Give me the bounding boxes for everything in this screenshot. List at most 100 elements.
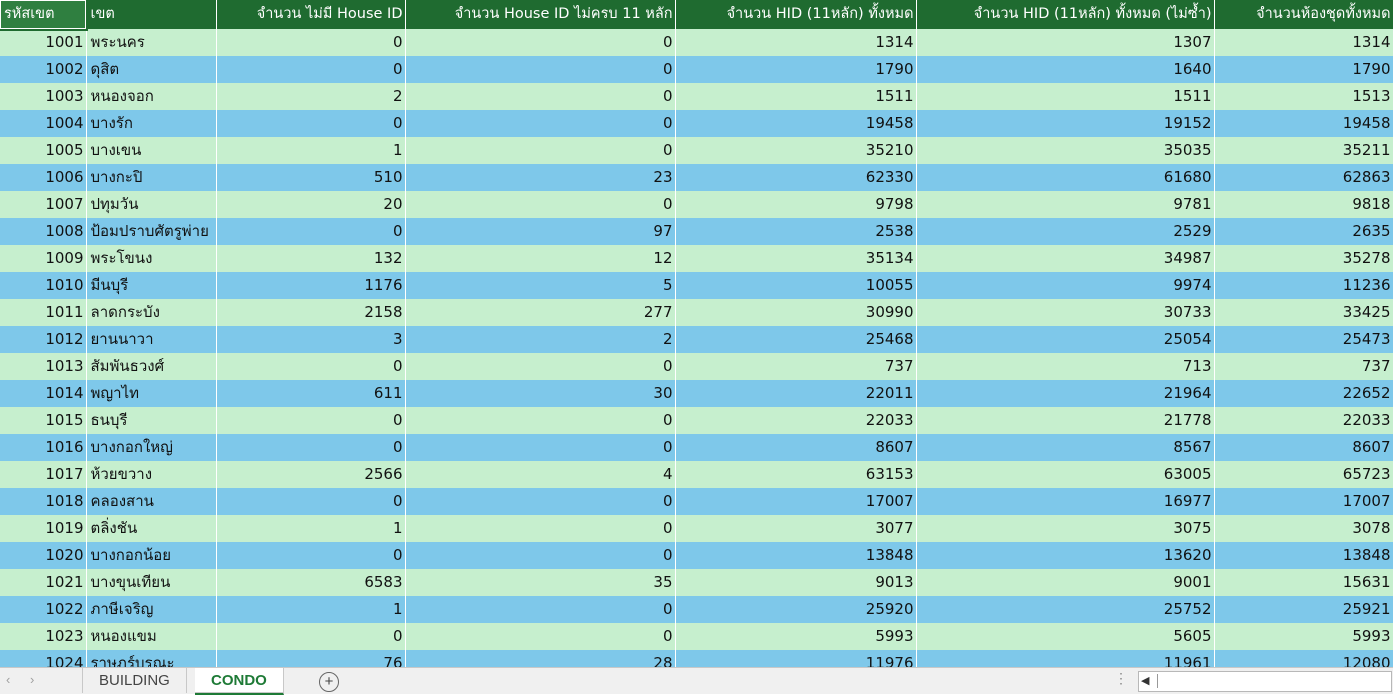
- cell-district-name[interactable]: คลองสาน: [86, 488, 217, 515]
- cell-district-code[interactable]: 1020: [0, 542, 87, 569]
- cell-incomplete-house-id[interactable]: 5: [405, 272, 676, 299]
- cell-hid-unique[interactable]: 19152: [916, 110, 1215, 137]
- cell-incomplete-house-id[interactable]: 277: [405, 299, 676, 326]
- header-incomplete-house-id[interactable]: จำนวน House ID ไม่ครบ 11 หลัก: [405, 0, 676, 29]
- cell-district-name[interactable]: ยานนาวา: [86, 326, 217, 353]
- cell-condo-units[interactable]: 2635: [1214, 218, 1393, 245]
- next-sheet-icon[interactable]: ›: [30, 672, 34, 687]
- cell-hid-unique[interactable]: 35035: [916, 137, 1215, 164]
- cell-district-code[interactable]: 1023: [0, 623, 87, 650]
- cell-hid-unique[interactable]: 5605: [916, 623, 1215, 650]
- header-district-code[interactable]: รหัสเขต: [0, 0, 88, 31]
- cell-district-code[interactable]: 1021: [0, 569, 87, 596]
- cell-incomplete-house-id[interactable]: 0: [405, 137, 676, 164]
- cell-hid-unique[interactable]: 8567: [916, 434, 1215, 461]
- cell-hid-unique[interactable]: 9974: [916, 272, 1215, 299]
- scroll-left-icon[interactable]: ◀: [1141, 672, 1149, 691]
- cell-district-code[interactable]: 1014: [0, 380, 87, 407]
- cell-no-house-id[interactable]: 2158: [216, 299, 406, 326]
- cell-condo-units[interactable]: 65723: [1214, 461, 1393, 488]
- cell-incomplete-house-id[interactable]: 0: [405, 353, 676, 380]
- cell-no-house-id[interactable]: 0: [216, 434, 406, 461]
- tab-condo[interactable]: CONDO: [195, 668, 284, 695]
- cell-district-name[interactable]: พระโขนง: [86, 245, 217, 272]
- cell-condo-units[interactable]: 25921: [1214, 596, 1393, 623]
- cell-district-code[interactable]: 1006: [0, 164, 87, 191]
- cell-hid-total[interactable]: 11976: [675, 650, 917, 667]
- cell-district-name[interactable]: สัมพันธวงศ์: [86, 353, 217, 380]
- cell-condo-units[interactable]: 8607: [1214, 434, 1393, 461]
- cell-hid-total[interactable]: 1314: [675, 29, 917, 56]
- cell-district-code[interactable]: 1017: [0, 461, 87, 488]
- cell-district-name[interactable]: ภาษีเจริญ: [86, 596, 217, 623]
- cell-no-house-id[interactable]: 6583: [216, 569, 406, 596]
- cell-no-house-id[interactable]: 0: [216, 407, 406, 434]
- cell-condo-units[interactable]: 15631: [1214, 569, 1393, 596]
- cell-district-name[interactable]: หนองจอก: [86, 83, 217, 110]
- cell-hid-unique[interactable]: 1307: [916, 29, 1215, 56]
- header-hid-unique[interactable]: จำนวน HID (11หลัก) ทั้งหมด (ไม่ซ้ำ): [916, 0, 1215, 29]
- cell-hid-total[interactable]: 3077: [675, 515, 917, 542]
- cell-no-house-id[interactable]: 1: [216, 515, 406, 542]
- cell-incomplete-house-id[interactable]: 4: [405, 461, 676, 488]
- cell-district-code[interactable]: 1005: [0, 137, 87, 164]
- cell-district-name[interactable]: พระนคร: [86, 29, 217, 56]
- cell-district-code[interactable]: 1002: [0, 56, 87, 83]
- cell-district-code[interactable]: 1024: [0, 650, 87, 667]
- header-no-house-id[interactable]: จำนวน ไม่มี House ID: [216, 0, 406, 29]
- cell-condo-units[interactable]: 35211: [1214, 137, 1393, 164]
- cell-incomplete-house-id[interactable]: 0: [405, 623, 676, 650]
- cell-district-name[interactable]: มีนบุรี: [86, 272, 217, 299]
- cell-hid-total[interactable]: 35134: [675, 245, 917, 272]
- cell-incomplete-house-id[interactable]: 97: [405, 218, 676, 245]
- cell-no-house-id[interactable]: 0: [216, 56, 406, 83]
- cell-no-house-id[interactable]: 20: [216, 191, 406, 218]
- cell-hid-total[interactable]: 8607: [675, 434, 917, 461]
- splitter-handle-icon[interactable]: ⋮: [1114, 670, 1128, 687]
- cell-no-house-id[interactable]: 132: [216, 245, 406, 272]
- cell-condo-units[interactable]: 9818: [1214, 191, 1393, 218]
- cell-incomplete-house-id[interactable]: 2: [405, 326, 676, 353]
- cell-district-name[interactable]: บางกะปิ: [86, 164, 217, 191]
- cell-hid-unique[interactable]: 30733: [916, 299, 1215, 326]
- cell-hid-total[interactable]: 22033: [675, 407, 917, 434]
- add-sheet-icon[interactable]: +: [319, 672, 339, 692]
- cell-hid-unique[interactable]: 25752: [916, 596, 1215, 623]
- cell-hid-total[interactable]: 62330: [675, 164, 917, 191]
- cell-hid-unique[interactable]: 1640: [916, 56, 1215, 83]
- cell-hid-total[interactable]: 25920: [675, 596, 917, 623]
- cell-hid-total[interactable]: 9013: [675, 569, 917, 596]
- cell-incomplete-house-id[interactable]: 0: [405, 83, 676, 110]
- cell-incomplete-house-id[interactable]: 0: [405, 596, 676, 623]
- cell-district-name[interactable]: บางเขน: [86, 137, 217, 164]
- cell-no-house-id[interactable]: 1176: [216, 272, 406, 299]
- cell-condo-units[interactable]: 25473: [1214, 326, 1393, 353]
- cell-condo-units[interactable]: 35278: [1214, 245, 1393, 272]
- cell-condo-units[interactable]: 62863: [1214, 164, 1393, 191]
- cell-hid-unique[interactable]: 34987: [916, 245, 1215, 272]
- cell-district-name[interactable]: บางกอกใหญ่: [86, 434, 217, 461]
- cell-hid-total[interactable]: 22011: [675, 380, 917, 407]
- cell-district-name[interactable]: ดุสิต: [86, 56, 217, 83]
- cell-no-house-id[interactable]: 0: [216, 218, 406, 245]
- cell-district-code[interactable]: 1015: [0, 407, 87, 434]
- cell-no-house-id[interactable]: 611: [216, 380, 406, 407]
- cell-hid-total[interactable]: 63153: [675, 461, 917, 488]
- cell-condo-units[interactable]: 1314: [1214, 29, 1393, 56]
- cell-hid-total[interactable]: 1511: [675, 83, 917, 110]
- cell-incomplete-house-id[interactable]: 0: [405, 56, 676, 83]
- cell-hid-unique[interactable]: 713: [916, 353, 1215, 380]
- cell-condo-units[interactable]: 3078: [1214, 515, 1393, 542]
- cell-incomplete-house-id[interactable]: 0: [405, 488, 676, 515]
- cell-hid-total[interactable]: 13848: [675, 542, 917, 569]
- cell-condo-units[interactable]: 22652: [1214, 380, 1393, 407]
- cell-no-house-id[interactable]: 76: [216, 650, 406, 667]
- spreadsheet-grid[interactable]: รหัสเขต เขต จำนวน ไม่มี House ID จำนวน H…: [0, 0, 1393, 667]
- cell-incomplete-house-id[interactable]: 30: [405, 380, 676, 407]
- cell-incomplete-house-id[interactable]: 0: [405, 515, 676, 542]
- cell-condo-units[interactable]: 17007: [1214, 488, 1393, 515]
- cell-no-house-id[interactable]: 0: [216, 353, 406, 380]
- cell-incomplete-house-id[interactable]: 0: [405, 407, 676, 434]
- cell-condo-units[interactable]: 11236: [1214, 272, 1393, 299]
- cell-hid-unique[interactable]: 2529: [916, 218, 1215, 245]
